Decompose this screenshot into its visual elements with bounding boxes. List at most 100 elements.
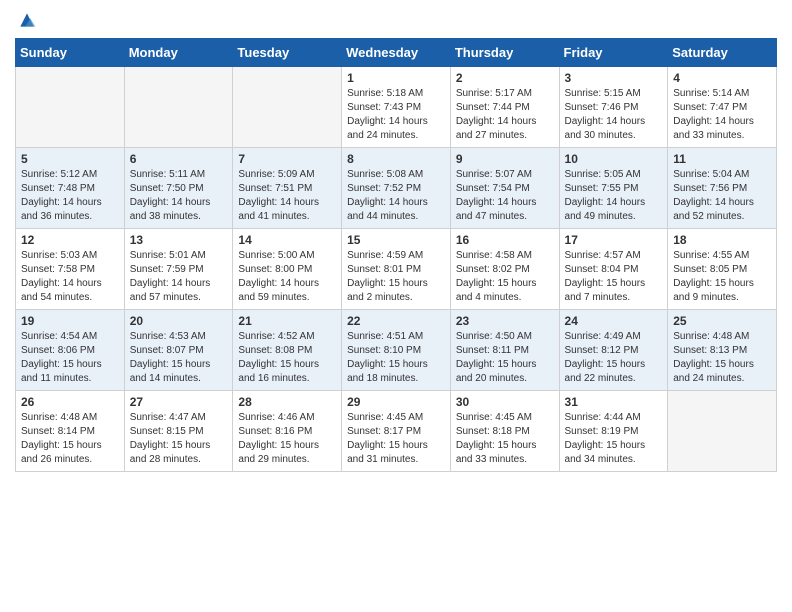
calendar-cell: 17 Sunrise: 4:57 AM Sunset: 8:04 PM Dayli…: [559, 229, 668, 310]
logo: [15, 10, 37, 30]
calendar-cell: 8 Sunrise: 5:08 AM Sunset: 7:52 PM Daylig…: [342, 148, 451, 229]
cell-info: Sunrise: 5:17 AM Sunset: 7:44 PM Dayligh…: [456, 87, 554, 143]
week-row-4: 19 Sunrise: 4:54 AM Sunset: 8:06 PM Dayli…: [16, 310, 777, 391]
calendar-cell: [668, 391, 777, 472]
calendar-cell: 12Sunrise: 5:03 AM Sunset: 7:58 PM Dayli…: [16, 229, 125, 310]
day-number: 14: [238, 233, 336, 247]
day-number: 30: [456, 395, 554, 409]
calendar-cell: [233, 67, 342, 148]
calendar-cell: 15Sunrise: 4:59 AM Sunset: 8:01 PM Dayli…: [342, 229, 451, 310]
day-number: 24: [565, 314, 663, 328]
day-number: 5: [21, 152, 119, 166]
day-header-saturday: Saturday: [668, 39, 777, 67]
calendar-cell: [124, 67, 233, 148]
cell-info: Sunrise: 4:55 AM Sunset: 8:05 PM Dayligh…: [673, 249, 771, 305]
day-number: 7: [238, 152, 336, 166]
cell-info: Sunrise: 5:07 AM Sunset: 7:54 PM Dayligh…: [456, 168, 554, 224]
cell-info: Sunrise: 4:58 AM Sunset: 8:02 PM Dayligh…: [456, 249, 554, 305]
day-header-friday: Friday: [559, 39, 668, 67]
cell-info: Sunrise: 4:46 AM Sunset: 8:16 PM Dayligh…: [238, 411, 336, 467]
calendar-cell: 31 Sunrise: 4:44 AM Sunset: 8:19 PM Dayli…: [559, 391, 668, 472]
calendar-cell: 20 Sunrise: 4:53 AM Sunset: 8:07 PM Dayli…: [124, 310, 233, 391]
cell-info: Sunrise: 4:54 AM Sunset: 8:06 PM Dayligh…: [21, 330, 119, 386]
calendar-cell: 23 Sunrise: 4:50 AM Sunset: 8:11 PM Dayli…: [450, 310, 559, 391]
cell-info: Sunrise: 4:51 AM Sunset: 8:10 PM Dayligh…: [347, 330, 445, 386]
calendar-cell: 29Sunrise: 4:45 AM Sunset: 8:17 PM Dayli…: [342, 391, 451, 472]
calendar-cell: 13Sunrise: 5:01 AM Sunset: 7:59 PM Dayli…: [124, 229, 233, 310]
day-number: 20: [130, 314, 228, 328]
day-header-sunday: Sunday: [16, 39, 125, 67]
calendar-cell: 24Sunrise: 4:49 AM Sunset: 8:12 PM Dayli…: [559, 310, 668, 391]
week-row-3: 12Sunrise: 5:03 AM Sunset: 7:58 PM Dayli…: [16, 229, 777, 310]
calendar-cell: 27 Sunrise: 4:47 AM Sunset: 8:15 PM Dayli…: [124, 391, 233, 472]
day-number: 1: [347, 71, 445, 85]
cell-info: Sunrise: 5:12 AM Sunset: 7:48 PM Dayligh…: [21, 168, 119, 224]
calendar-cell: 11 Sunrise: 5:04 AM Sunset: 7:56 PM Dayli…: [668, 148, 777, 229]
day-header-thursday: Thursday: [450, 39, 559, 67]
calendar-cell: 19 Sunrise: 4:54 AM Sunset: 8:06 PM Dayli…: [16, 310, 125, 391]
calendar-cell: 26Sunrise: 4:48 AM Sunset: 8:14 PM Dayli…: [16, 391, 125, 472]
day-number: 9: [456, 152, 554, 166]
cell-info: Sunrise: 4:47 AM Sunset: 8:15 PM Dayligh…: [130, 411, 228, 467]
day-number: 31: [565, 395, 663, 409]
logo-icon: [17, 10, 37, 30]
day-number: 28: [238, 395, 336, 409]
calendar-cell: 25Sunrise: 4:48 AM Sunset: 8:13 PM Dayli…: [668, 310, 777, 391]
cell-info: Sunrise: 5:14 AM Sunset: 7:47 PM Dayligh…: [673, 87, 771, 143]
day-number: 13: [130, 233, 228, 247]
calendar-cell: 6Sunrise: 5:11 AM Sunset: 7:50 PM Daylig…: [124, 148, 233, 229]
calendar-cell: 9 Sunrise: 5:07 AM Sunset: 7:54 PM Daylig…: [450, 148, 559, 229]
day-number: 17: [565, 233, 663, 247]
logo-text: [15, 10, 37, 30]
cell-info: Sunrise: 5:08 AM Sunset: 7:52 PM Dayligh…: [347, 168, 445, 224]
cell-info: Sunrise: 5:00 AM Sunset: 8:00 PM Dayligh…: [238, 249, 336, 305]
day-number: 27: [130, 395, 228, 409]
day-number: 10: [565, 152, 663, 166]
cell-info: Sunrise: 4:45 AM Sunset: 8:18 PM Dayligh…: [456, 411, 554, 467]
day-header-wednesday: Wednesday: [342, 39, 451, 67]
day-number: 19: [21, 314, 119, 328]
day-number: 6: [130, 152, 228, 166]
calendar-cell: 28 Sunrise: 4:46 AM Sunset: 8:16 PM Dayli…: [233, 391, 342, 472]
day-number: 16: [456, 233, 554, 247]
day-number: 12: [21, 233, 119, 247]
cell-info: Sunrise: 4:57 AM Sunset: 8:04 PM Dayligh…: [565, 249, 663, 305]
page-header: [15, 10, 777, 30]
calendar-cell: 14 Sunrise: 5:00 AM Sunset: 8:00 PM Dayli…: [233, 229, 342, 310]
calendar-cell: 22 Sunrise: 4:51 AM Sunset: 8:10 PM Dayli…: [342, 310, 451, 391]
week-row-2: 5 Sunrise: 5:12 AM Sunset: 7:48 PM Daylig…: [16, 148, 777, 229]
cell-info: Sunrise: 4:44 AM Sunset: 8:19 PM Dayligh…: [565, 411, 663, 467]
cell-info: Sunrise: 5:15 AM Sunset: 7:46 PM Dayligh…: [565, 87, 663, 143]
cell-info: Sunrise: 4:53 AM Sunset: 8:07 PM Dayligh…: [130, 330, 228, 386]
day-number: 23: [456, 314, 554, 328]
cell-info: Sunrise: 4:48 AM Sunset: 8:13 PM Dayligh…: [673, 330, 771, 386]
calendar-cell: 16 Sunrise: 4:58 AM Sunset: 8:02 PM Dayli…: [450, 229, 559, 310]
cell-info: Sunrise: 4:50 AM Sunset: 8:11 PM Dayligh…: [456, 330, 554, 386]
cell-info: Sunrise: 4:52 AM Sunset: 8:08 PM Dayligh…: [238, 330, 336, 386]
day-number: 26: [21, 395, 119, 409]
calendar-cell: 30 Sunrise: 4:45 AM Sunset: 8:18 PM Dayli…: [450, 391, 559, 472]
calendar-cell: 1 Sunrise: 5:18 AM Sunset: 7:43 PM Daylig…: [342, 67, 451, 148]
calendar-cell: 10 Sunrise: 5:05 AM Sunset: 7:55 PM Dayli…: [559, 148, 668, 229]
calendar-cell: [16, 67, 125, 148]
cell-info: Sunrise: 4:45 AM Sunset: 8:17 PM Dayligh…: [347, 411, 445, 467]
day-number: 8: [347, 152, 445, 166]
header-row: SundayMondayTuesdayWednesdayThursdayFrid…: [16, 39, 777, 67]
calendar-cell: 3Sunrise: 5:15 AM Sunset: 7:46 PM Daylig…: [559, 67, 668, 148]
cell-info: Sunrise: 5:05 AM Sunset: 7:55 PM Dayligh…: [565, 168, 663, 224]
calendar-cell: 4Sunrise: 5:14 AM Sunset: 7:47 PM Daylig…: [668, 67, 777, 148]
day-number: 11: [673, 152, 771, 166]
cell-info: Sunrise: 5:18 AM Sunset: 7:43 PM Dayligh…: [347, 87, 445, 143]
day-header-tuesday: Tuesday: [233, 39, 342, 67]
day-number: 18: [673, 233, 771, 247]
calendar-cell: 21Sunrise: 4:52 AM Sunset: 8:08 PM Dayli…: [233, 310, 342, 391]
cell-info: Sunrise: 5:04 AM Sunset: 7:56 PM Dayligh…: [673, 168, 771, 224]
cell-info: Sunrise: 4:59 AM Sunset: 8:01 PM Dayligh…: [347, 249, 445, 305]
calendar-cell: 2 Sunrise: 5:17 AM Sunset: 7:44 PM Daylig…: [450, 67, 559, 148]
calendar-cell: 5 Sunrise: 5:12 AM Sunset: 7:48 PM Daylig…: [16, 148, 125, 229]
calendar-table: SundayMondayTuesdayWednesdayThursdayFrid…: [15, 38, 777, 472]
day-header-monday: Monday: [124, 39, 233, 67]
day-number: 22: [347, 314, 445, 328]
calendar-cell: 7Sunrise: 5:09 AM Sunset: 7:51 PM Daylig…: [233, 148, 342, 229]
day-number: 2: [456, 71, 554, 85]
